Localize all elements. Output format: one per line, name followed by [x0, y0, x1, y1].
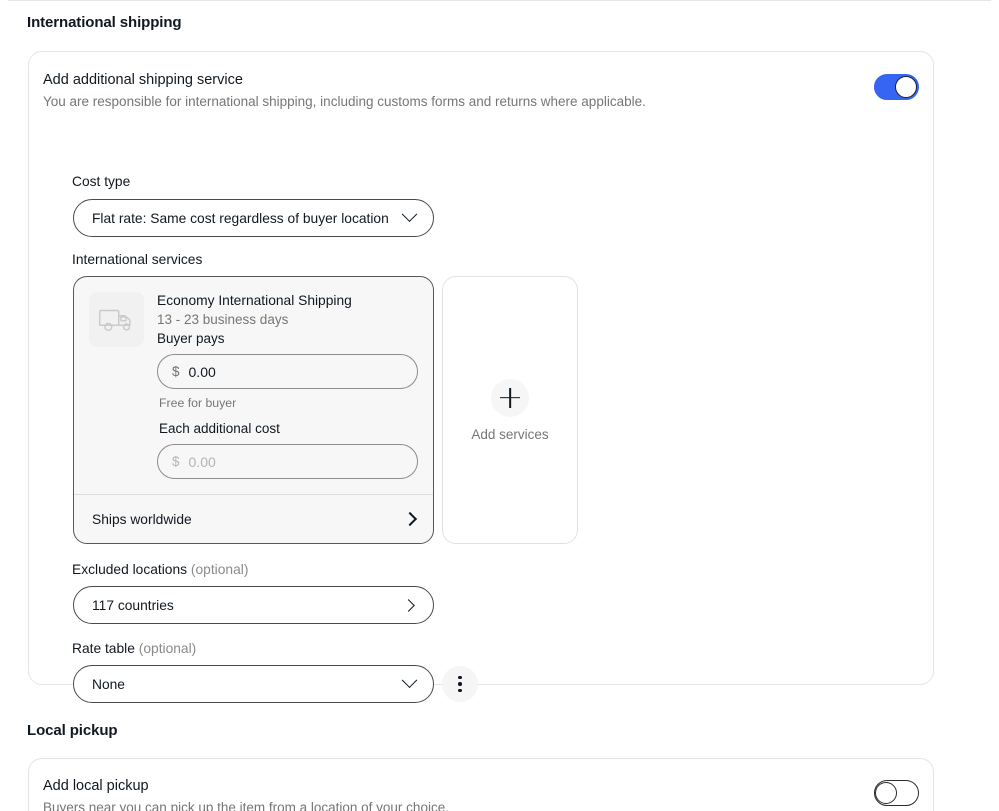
cost-type-select[interactable]: Flat rate: Same cost regardless of buyer…	[73, 199, 434, 237]
rate-table-label-text: Rate table	[72, 641, 135, 656]
international-shipping-toggle[interactable]	[874, 74, 919, 100]
international-services-label: International services	[72, 252, 202, 267]
ships-worldwide-label: Ships worldwide	[92, 511, 192, 527]
toggle-knob	[875, 782, 897, 804]
cost-type-label-text: Cost type	[72, 174, 131, 189]
each-additional-cost-input[interactable]: $ 0.00	[157, 444, 418, 479]
rate-table-value: None	[92, 676, 125, 692]
truck-icon	[89, 292, 144, 347]
chevron-down-icon	[401, 671, 418, 688]
local-pickup-toggle-texts: Add local pickup Buyers near you can pic…	[43, 776, 449, 811]
plus-icon	[491, 378, 529, 417]
shipping-service-details: Economy International Shipping 13 - 23 b…	[157, 291, 419, 479]
local-pickup-card: Add local pickup Buyers near you can pic…	[28, 758, 934, 811]
excluded-locations-value: 117 countries	[92, 597, 174, 613]
rate-table-select[interactable]: None	[73, 665, 434, 703]
top-divider	[8, 0, 991, 1]
excluded-locations-label: Excluded locations (optional)	[72, 562, 248, 577]
shipping-service-card[interactable]: Economy International Shipping 13 - 23 b…	[73, 276, 434, 544]
international-shipping-heading: International shipping	[27, 14, 182, 31]
chevron-right-icon	[402, 598, 415, 612]
international-toggle-subtitle: You are responsible for international sh…	[43, 94, 646, 109]
excluded-locations-label-text: Excluded locations	[72, 562, 188, 577]
each-additional-cost-label: Each additional cost	[159, 421, 280, 436]
local-pickup-toggle-subtitle: Buyers near you can pick up the item fro…	[43, 800, 449, 811]
cost-type-value: Flat rate: Same cost regardless of buyer…	[92, 210, 389, 226]
buyer-pays-value: 0.00	[188, 363, 216, 380]
add-services-label: Add services	[471, 426, 549, 442]
shipping-settings-page: International shipping Add additional sh…	[0, 0, 999, 811]
shipping-service-eta: 13 - 23 business days	[157, 312, 289, 327]
local-pickup-toggle[interactable]	[874, 780, 919, 806]
kebab-dot	[458, 682, 462, 686]
international-toggle-title: Add additional shipping service	[43, 72, 243, 88]
add-services-button[interactable]: Add services	[442, 276, 578, 544]
rate-table-label: Rate table (optional)	[72, 641, 196, 656]
excluded-locations-optional: (optional)	[190, 562, 249, 577]
currency-symbol: $	[172, 454, 180, 469]
buyer-pays-input[interactable]: $ 0.00	[157, 354, 418, 389]
kebab-menu-icon[interactable]	[442, 666, 478, 702]
each-additional-cost-placeholder: 0.00	[188, 453, 216, 470]
ships-worldwide-row[interactable]: Ships worldwide	[74, 494, 433, 543]
currency-symbol: $	[172, 364, 180, 379]
toggle-knob	[895, 76, 917, 98]
rate-table-optional: (optional)	[138, 641, 197, 656]
chevron-right-icon	[402, 511, 418, 527]
local-pickup-heading: Local pickup	[27, 722, 118, 739]
international-shipping-card: Add additional shipping service You are …	[28, 51, 934, 703]
buyer-pays-label: Buyer pays	[157, 331, 225, 346]
shipping-service-title: Economy International Shipping	[157, 293, 352, 308]
chevron-down-icon	[401, 205, 418, 222]
kebab-dot	[458, 675, 462, 680]
local-pickup-toggle-row: Add local pickup Buyers near you can pic…	[43, 776, 919, 811]
excluded-locations-picker[interactable]: 117 countries	[73, 586, 434, 624]
international-toggle-texts: Add additional shipping service You are …	[43, 70, 646, 111]
kebab-dot	[458, 688, 462, 693]
local-pickup-toggle-title: Add local pickup	[43, 778, 149, 794]
international-services-label-text: International services	[72, 252, 203, 267]
shipping-service-body: Economy International Shipping 13 - 23 b…	[74, 277, 433, 495]
free-for-buyer-note: Free for buyer	[159, 396, 237, 410]
cost-type-label: Cost type	[72, 174, 130, 189]
international-toggle-row: Add additional shipping service You are …	[43, 70, 919, 111]
